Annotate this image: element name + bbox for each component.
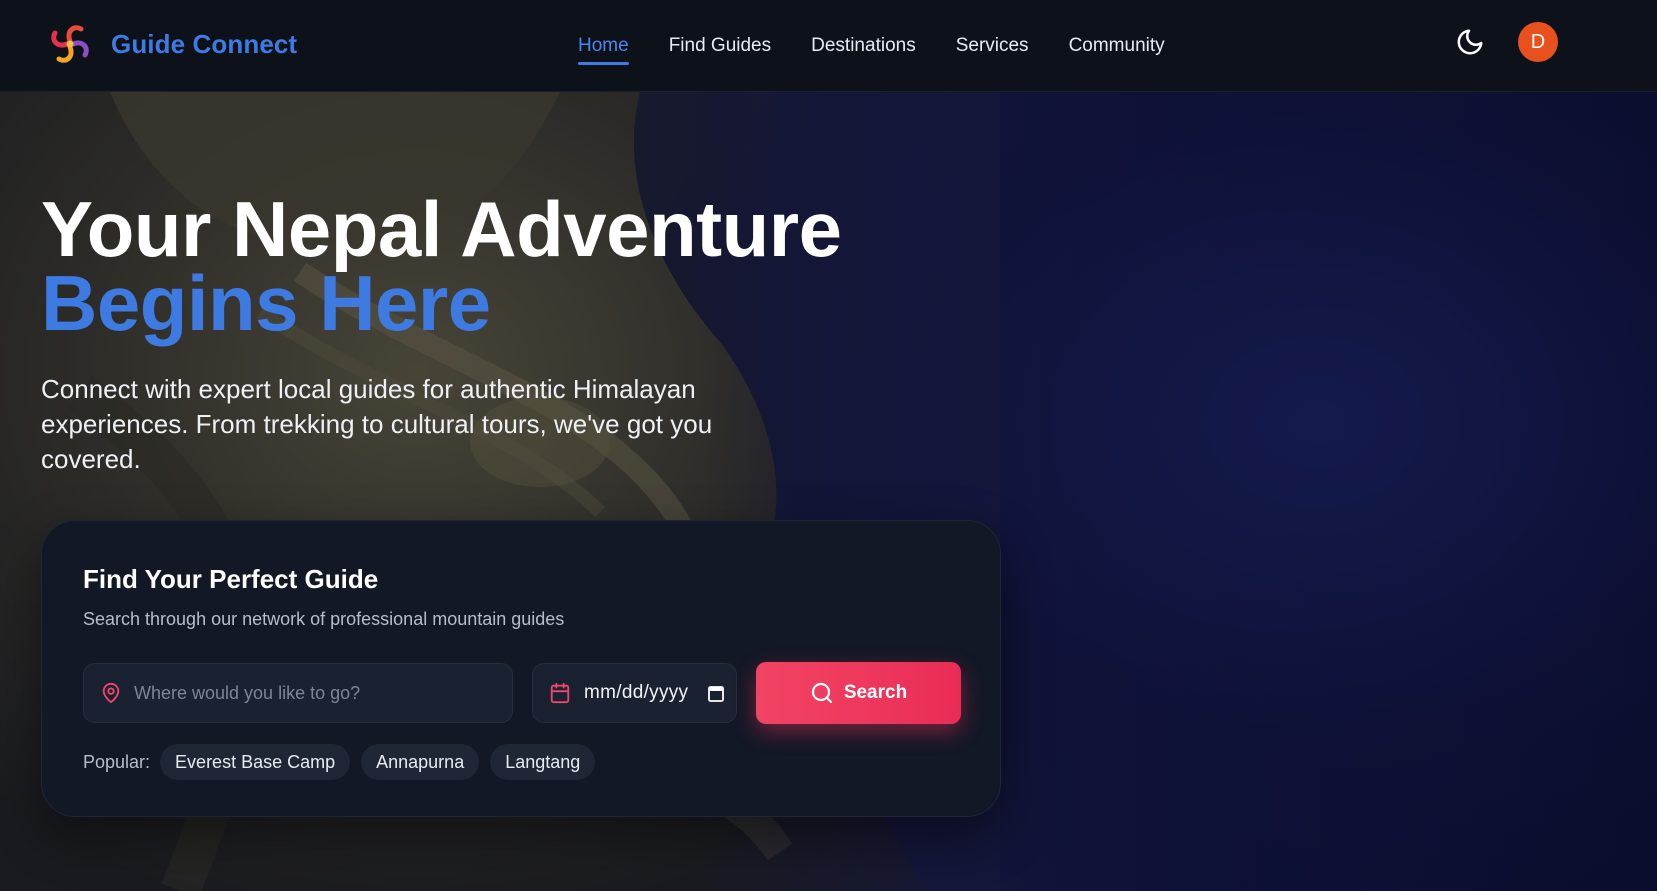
search-icon: [811, 682, 832, 704]
popular-chip-langtang[interactable]: Langtang: [490, 744, 596, 780]
date-input-value[interactable]: mm/dd/yyyy: [584, 682, 688, 704]
hero-section: Your Nepal Adventure Begins Here Connect…: [0, 92, 1657, 891]
user-avatar[interactable]: D: [1518, 22, 1558, 62]
search-card-subtitle: Search through our network of profession…: [83, 609, 565, 629]
nav-item-destinations[interactable]: Destinations: [811, 0, 916, 92]
top-navbar: Guide Connect Home Find Guides Destinati…: [0, 0, 1657, 92]
search-button[interactable]: Search: [756, 662, 961, 724]
nav-item-services[interactable]: Services: [956, 0, 1029, 92]
main-nav: Home Find Guides Destinations Services C…: [578, 0, 1205, 92]
brand-link[interactable]: Guide Connect: [46, 20, 297, 68]
popular-label: Popular:: [83, 751, 151, 772]
hero-subtitle: Connect with expert local guides for aut…: [41, 374, 713, 474]
popular-destinations: Popular: Everest Base Camp Annapurna Lan…: [83, 744, 606, 780]
page: Guide Connect Home Find Guides Destinati…: [0, 0, 1657, 891]
popular-chip-everest[interactable]: Everest Base Camp: [160, 744, 351, 780]
moon-icon[interactable]: [1455, 27, 1485, 57]
brand-name: Guide Connect: [111, 28, 298, 59]
hero-title-line2: Begins Here: [41, 259, 491, 347]
spiral-logo-icon: [51, 25, 89, 63]
destination-input[interactable]: [134, 682, 454, 704]
destination-field[interactable]: [83, 663, 513, 723]
map-pin-icon: [102, 682, 120, 704]
nav-item-community[interactable]: Community: [1069, 0, 1165, 92]
date-field[interactable]: mm/dd/yyyy: [532, 663, 737, 723]
guide-search-card: Find Your Perfect Guide Search through o…: [41, 520, 1001, 817]
nav-item-find-guides[interactable]: Find Guides: [669, 0, 771, 92]
search-button-label: Search: [843, 682, 908, 703]
search-card-title: Find Your Perfect Guide: [83, 564, 379, 594]
hero-title: Your Nepal Adventure Begins Here: [41, 185, 842, 347]
popular-chip-annapurna[interactable]: Annapurna: [361, 744, 480, 780]
calendar-icon: [550, 682, 570, 704]
hero-title-line1: Your Nepal Adventure: [41, 185, 842, 273]
nav-item-home[interactable]: Home: [578, 0, 629, 92]
date-picker-icon[interactable]: [708, 685, 724, 702]
